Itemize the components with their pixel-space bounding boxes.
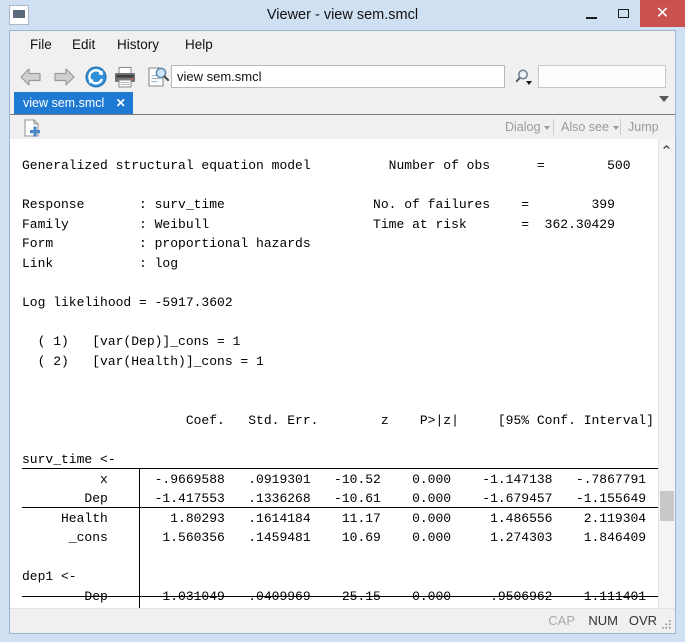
print-icon[interactable] [112, 64, 138, 90]
table-column-divider [139, 468, 140, 628]
forward-arrow-icon[interactable] [51, 64, 77, 90]
tab-view-sem-smcl[interactable]: view sem.smcl ✕ [14, 92, 133, 114]
chevron-down-icon [612, 125, 619, 130]
back-arrow-icon[interactable] [18, 64, 44, 90]
stata-output-text: Generalized structural equation model Nu… [22, 158, 654, 624]
minimize-icon [586, 16, 597, 19]
dialog-button[interactable]: Dialog [499, 115, 556, 139]
tab-strip: view sem.smcl ✕ [10, 91, 675, 115]
group-rule-1 [22, 596, 658, 597]
scroll-up-button[interactable] [659, 139, 675, 156]
refresh-icon[interactable] [83, 64, 109, 90]
menu-item-edit[interactable]: Edit [65, 31, 102, 58]
dialog-button-label: Dialog [505, 120, 541, 134]
content-scrollbar[interactable] [658, 139, 675, 628]
title-bar: Viewer - view sem.smcl ✕ [0, 0, 685, 30]
new-document-icon[interactable] [22, 118, 42, 138]
menu-bar: File Edit History Help [10, 31, 675, 58]
table-header-rule [22, 507, 658, 508]
maximize-button[interactable] [608, 0, 640, 27]
menu-item-file[interactable]: File [23, 31, 59, 58]
menu-item-history[interactable]: History [110, 31, 166, 58]
minimize-button[interactable] [576, 0, 608, 27]
status-bar: CAP NUM OVR [10, 608, 675, 633]
close-icon: ✕ [655, 5, 670, 22]
jump-to-button[interactable]: Jump to [622, 115, 675, 158]
search-input[interactable] [538, 65, 666, 88]
status-cap: CAP [548, 613, 575, 628]
chevron-down-icon[interactable] [659, 96, 669, 102]
resize-grip-icon[interactable] [660, 619, 672, 631]
viewer-window: Viewer - view sem.smcl ✕ File Edit Histo… [0, 0, 685, 642]
table-top-rule [22, 468, 658, 469]
status-num: NUM [588, 613, 618, 628]
also-see-button[interactable]: Also see [555, 115, 625, 139]
navigation-toolbar: view sem.smcl [10, 58, 675, 94]
also-see-button-label: Also see [561, 120, 609, 134]
find-in-document-icon[interactable] [144, 64, 170, 90]
maximize-icon [618, 8, 629, 18]
tab-label: view sem.smcl [23, 96, 105, 110]
tab-close-icon[interactable]: ✕ [116, 92, 126, 114]
address-input[interactable]: view sem.smcl [171, 65, 505, 88]
viewer-content[interactable]: Generalized structural equation model Nu… [10, 139, 675, 628]
scrollbar-thumb[interactable] [660, 491, 674, 521]
chevron-up-icon [663, 145, 670, 149]
status-ovr: OVR [628, 613, 657, 628]
close-button[interactable]: ✕ [640, 0, 685, 27]
window-body: File Edit History Help view sem.smcl vie… [9, 30, 676, 634]
search-magnifier-icon[interactable] [515, 67, 535, 87]
viewer-command-bar: Dialog Also see Jump to [10, 114, 675, 158]
menu-item-help[interactable]: Help [178, 31, 220, 58]
chevron-down-icon [544, 125, 551, 130]
